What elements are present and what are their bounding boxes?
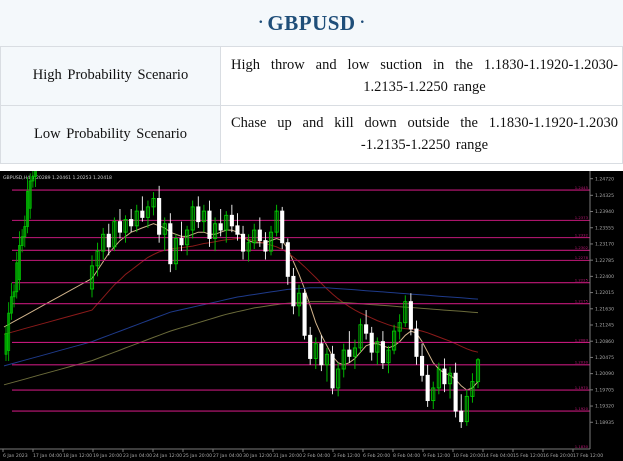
y-tick-label: 1.23940 (595, 209, 614, 215)
candle-body (420, 355, 425, 376)
scenario-label: High Probability Scenario (0, 46, 221, 106)
candle-body (319, 343, 324, 366)
x-tick-label: 30 Jan 12:00 (243, 453, 272, 459)
scenario-text: High throw and low suction in the 1.1830… (220, 46, 623, 106)
level-label: 1.2083 (575, 337, 589, 342)
y-tick-label: 1.20860 (595, 339, 614, 345)
x-tick-label: 10 Feb 20:00 (453, 453, 483, 459)
x-tick-label: 15 Feb 12:00 (513, 453, 543, 459)
y-tick-label: 1.19320 (595, 404, 614, 410)
candle-body (229, 214, 234, 227)
candle-body (414, 328, 419, 357)
candle-body (330, 353, 335, 389)
page-title: GBPUSD (267, 10, 356, 35)
level-label: 1.2030 (575, 360, 589, 365)
candle-body (380, 341, 385, 364)
y-tick-label: 1.19705 (595, 387, 614, 393)
candle-body (207, 210, 212, 239)
candle-body (347, 349, 352, 357)
x-tick-label: 14 Feb 04:00 (483, 453, 513, 459)
y-tick-label: 1.22015 (595, 290, 614, 296)
candle-body (117, 221, 123, 233)
candle-body (168, 223, 173, 265)
y-tick-label: 1.23170 (595, 242, 614, 248)
x-tick-label: 8 Feb 04:00 (393, 453, 420, 459)
candle-body (285, 242, 290, 277)
candle-body (106, 233, 111, 248)
candle-body (369, 332, 374, 353)
candle-body (157, 198, 162, 235)
y-tick-label: 1.24720 (595, 176, 614, 182)
x-tick-label: 2 Feb 04:00 (303, 453, 330, 459)
moving-average-line (3, 287, 479, 367)
candle-body (218, 223, 223, 231)
candle-body (308, 334, 313, 359)
moving-average-line (3, 238, 479, 353)
x-tick-label: 17 Jan 04:00 (33, 453, 62, 459)
candle-body (364, 324, 369, 334)
table-row: Low Probability Scenario Chase up and ki… (0, 104, 623, 164)
candle-body (129, 219, 134, 227)
x-tick-label: 31 Jan 20:00 (273, 453, 302, 459)
title-dot-left: · (258, 14, 264, 31)
level-label: 1.2332 (575, 232, 589, 237)
y-tick-label: 1.21245 (595, 323, 614, 329)
table-row: High Probability Scenario High throw and… (0, 46, 623, 106)
title-dot-right: · (359, 14, 365, 31)
candle-body (263, 240, 268, 252)
x-tick-label: 18 Jan 12:00 (63, 453, 92, 459)
candle-body (140, 210, 145, 218)
y-tick-label: 1.18935 (595, 420, 614, 426)
x-tick-label: 19 Jan 20:00 (93, 453, 122, 459)
candle-body (442, 368, 447, 385)
y-tick-label: 1.22785 (595, 258, 614, 264)
x-tick-label: 17 Feb 12:00 (573, 453, 603, 459)
candle-body (240, 233, 246, 252)
price-chart-svg: GBPUSD,H4 1.20289 1.20461 1.20253 1.2041… (0, 171, 614, 459)
candle-body (280, 210, 285, 244)
level-label: 1.2302 (575, 245, 589, 250)
y-tick-label: 1.22400 (595, 274, 614, 280)
candle-body (408, 301, 413, 330)
candle-body (235, 225, 240, 235)
y-tick-label: 1.21630 (595, 306, 614, 312)
x-tick-label: 3 Feb 12:00 (333, 453, 360, 459)
x-tick-label: 9 Feb 12:00 (423, 453, 450, 459)
candle-body (302, 292, 307, 336)
title-bar: · GBPUSD · (0, 0, 623, 46)
y-tick-label: 1.24325 (595, 193, 614, 199)
y-tick-label: 1.20090 (595, 371, 614, 377)
scenario-label: Low Probability Scenario (0, 104, 221, 164)
y-tick-label: 1.23555 (595, 225, 614, 231)
level-label: 1.1830 (575, 444, 589, 449)
level-label: 1.1920 (575, 406, 589, 411)
x-tick-label: 6 Feb 20:00 (363, 453, 390, 459)
x-tick-label: 6 Jan 2023 (3, 453, 28, 459)
candle-body (291, 275, 296, 307)
x-tick-label: 23 Jan 04:00 (123, 453, 152, 459)
level-label: 1.2225 (575, 277, 589, 282)
candle-body (425, 374, 430, 402)
x-tick-label: 25 Jan 20:00 (183, 453, 212, 459)
scenario-table: High Probability Scenario High throw and… (0, 46, 623, 164)
x-tick-label: 24 Jan 12:00 (153, 453, 182, 459)
x-tick-label: 16 Feb 20:00 (543, 453, 573, 459)
level-label: 1.2175 (575, 299, 589, 304)
candle-body (453, 372, 458, 412)
level-label: 1.2278 (575, 255, 589, 260)
y-tick-label: 1.20475 (595, 355, 614, 361)
level-label: 1.1970 (575, 385, 589, 390)
price-chart: GBPUSD,H4 1.20289 1.20461 1.20253 1.2041… (0, 171, 623, 461)
candle-body (179, 238, 184, 246)
level-label: 1.2373 (575, 215, 589, 220)
candle-body (459, 410, 464, 423)
scenario-text: Chase up and kill down outside the 1.183… (220, 104, 623, 164)
candle-body (257, 229, 262, 242)
x-tick-label: 27 Jan 04:00 (213, 453, 242, 459)
chart-header: GBPUSD,H4 1.20289 1.20461 1.20253 1.2041… (3, 175, 112, 181)
candle-body (196, 206, 201, 223)
level-label: 1.2445 (575, 185, 589, 190)
